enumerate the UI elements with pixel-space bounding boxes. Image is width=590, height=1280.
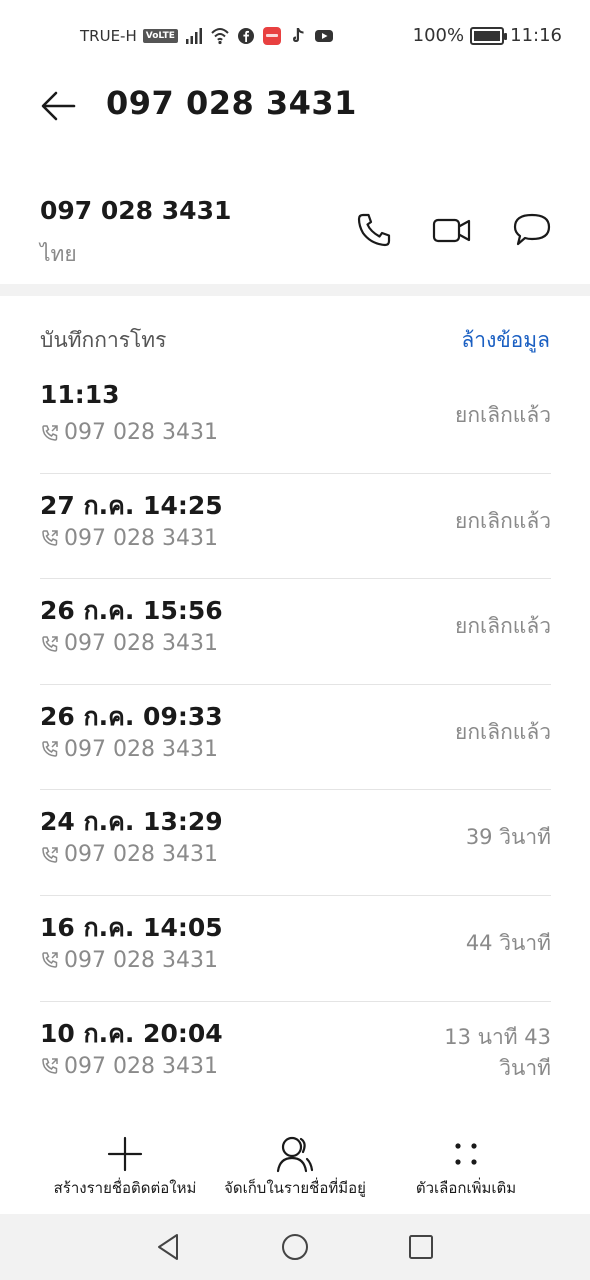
call-duration: 44 วินาที bbox=[465, 930, 551, 955]
save-to-existing-button[interactable]: จัดเก็บในรายชื่อที่มีอยู่ bbox=[205, 1130, 385, 1200]
outgoing-call-icon bbox=[42, 424, 58, 441]
outgoing-call-icon bbox=[42, 952, 58, 969]
new-contact-label: สร้างรายชื่อติดต่อใหม่ bbox=[53, 1179, 197, 1197]
call-time: 24 ก.ค. 13:29 bbox=[40, 807, 223, 837]
header: 097 028 3431 bbox=[0, 76, 590, 146]
call-detail: 097 028 3431 bbox=[40, 737, 218, 762]
more-options-label: ตัวเลือกเพิ่มเติม bbox=[415, 1179, 517, 1197]
carrier-label: TRUE-H bbox=[80, 27, 137, 45]
video-call-icon[interactable] bbox=[432, 210, 472, 250]
new-contact-button[interactable]: สร้างรายชื่อติดต่อใหม่ bbox=[35, 1130, 215, 1200]
outgoing-call-icon bbox=[42, 635, 58, 652]
list-item[interactable]: 16 ก.ค. 14:05 097 028 3431 44 วินาที bbox=[40, 896, 551, 1002]
youtube-icon bbox=[314, 30, 333, 42]
contact-location: ไทย bbox=[40, 242, 77, 266]
contact-card: 097 028 3431 ไทย bbox=[0, 180, 590, 284]
call-time: 11:13 bbox=[40, 380, 120, 409]
call-detail: 097 028 3431 bbox=[40, 842, 218, 867]
call-number: 097 028 3431 bbox=[64, 631, 218, 657]
message-icon[interactable] bbox=[512, 210, 552, 250]
more-options-button[interactable]: ตัวเลือกเพิ่มเติม bbox=[376, 1130, 556, 1200]
battery-icon bbox=[470, 26, 508, 45]
call-duration: 13 นาที 43 วินาที bbox=[444, 1022, 551, 1084]
call-number: 097 028 3431 bbox=[64, 947, 218, 973]
page-title: 097 028 3431 bbox=[106, 84, 357, 122]
call-time: 26 ก.ค. 15:56 bbox=[40, 596, 223, 626]
list-item[interactable]: 24 ก.ค. 13:29 097 028 3431 39 วินาที bbox=[40, 790, 551, 896]
clock: 11:16 bbox=[510, 25, 562, 46]
app-notification-icon bbox=[262, 27, 281, 45]
call-detail: 097 028 3431 bbox=[40, 526, 218, 551]
phone-call-icon[interactable] bbox=[354, 210, 394, 250]
battery-percent: 100% bbox=[412, 25, 465, 46]
outgoing-call-icon bbox=[42, 1058, 58, 1074]
call-time: 26 ก.ค. 09:33 bbox=[40, 701, 223, 731]
call-log-title: บันทึกการโทร bbox=[40, 328, 167, 352]
call-detail: 097 028 3431 bbox=[40, 1054, 218, 1079]
contact-number: 097 028 3431 bbox=[40, 196, 232, 225]
call-status: ยกเลิกแล้ว bbox=[455, 719, 551, 744]
recents-square-icon[interactable] bbox=[404, 1230, 438, 1264]
call-number: 097 028 3431 bbox=[64, 525, 218, 551]
list-item[interactable]: 26 ก.ค. 15:56 097 028 3431 ยกเลิกแล้ว bbox=[40, 579, 551, 685]
outgoing-call-icon bbox=[42, 847, 58, 863]
call-time: 27 ก.ค. 14:25 bbox=[40, 490, 223, 520]
signal-icon bbox=[185, 28, 202, 44]
tiktok-icon bbox=[292, 28, 304, 42]
call-time: 16 ก.ค. 14:05 bbox=[40, 912, 223, 942]
back-triangle-icon[interactable] bbox=[152, 1230, 186, 1264]
call-status: ยกเลิกแล้ว bbox=[455, 614, 551, 639]
back-arrow-icon[interactable] bbox=[38, 86, 78, 126]
call-number: 097 028 3431 bbox=[64, 842, 218, 868]
call-number: 097 028 3431 bbox=[64, 420, 218, 445]
call-log-header: บันทึกการโทร ล้างข้อมูล bbox=[0, 320, 590, 360]
call-number: 097 028 3431 bbox=[64, 736, 218, 762]
call-status: ยกเลิกแล้ว bbox=[455, 508, 551, 533]
facebook-icon bbox=[237, 28, 254, 44]
call-detail: 097 028 3431 bbox=[40, 420, 218, 445]
save-to-existing-label: จัดเก็บในรายชื่อที่มีอยู่ bbox=[224, 1179, 366, 1197]
call-number: 097 028 3431 bbox=[64, 1053, 218, 1079]
call-status: ยกเลิกแล้ว bbox=[455, 403, 551, 427]
status-bar-right: 100% 11:16 bbox=[413, 25, 562, 46]
call-detail: 097 028 3431 bbox=[40, 631, 218, 656]
list-item[interactable]: 10 ก.ค. 20:04 097 028 3431 13 นาที 43 วิ… bbox=[40, 1002, 551, 1108]
status-bar: TRUE-H VoLTE 100% 11:16 bbox=[0, 0, 590, 76]
list-item[interactable]: 27 ก.ค. 14:25 097 028 3431 ยกเลิกแล้ว bbox=[40, 474, 551, 580]
call-duration-line2: วินาที bbox=[499, 1055, 551, 1080]
system-navigation-bar bbox=[0, 1214, 590, 1280]
volte-badge: VoLTE bbox=[142, 29, 178, 43]
list-item[interactable]: 11:13 097 028 3431 ยกเลิกแล้ว bbox=[40, 368, 551, 474]
call-log-list: 11:13 097 028 3431 ยกเลิกแล้ว 27 ก.ค. 14… bbox=[40, 368, 551, 1107]
outgoing-call-icon bbox=[42, 741, 58, 758]
clear-log-button[interactable]: ล้างข้อมูล bbox=[461, 324, 550, 357]
outgoing-call-icon bbox=[42, 530, 58, 546]
call-detail: 097 028 3431 bbox=[40, 948, 218, 973]
section-divider bbox=[0, 284, 590, 296]
call-duration: 39 วินาที bbox=[465, 825, 551, 850]
more-dots-icon bbox=[455, 1143, 477, 1165]
person-icon bbox=[276, 1136, 314, 1173]
call-duration-line1: 13 นาที 43 bbox=[444, 1024, 551, 1049]
home-circle-icon[interactable] bbox=[278, 1230, 312, 1264]
bottom-toolbar: สร้างรายชื่อติดต่อใหม่ จัดเก็บในรายชื่อท… bbox=[0, 1130, 590, 1210]
status-bar-left: TRUE-H VoLTE bbox=[80, 26, 334, 46]
plus-icon bbox=[107, 1136, 143, 1172]
call-time: 10 ก.ค. 20:04 bbox=[40, 1018, 223, 1048]
list-item[interactable]: 26 ก.ค. 09:33 097 028 3431 ยกเลิกแล้ว bbox=[40, 685, 551, 791]
wifi-icon bbox=[211, 28, 229, 45]
